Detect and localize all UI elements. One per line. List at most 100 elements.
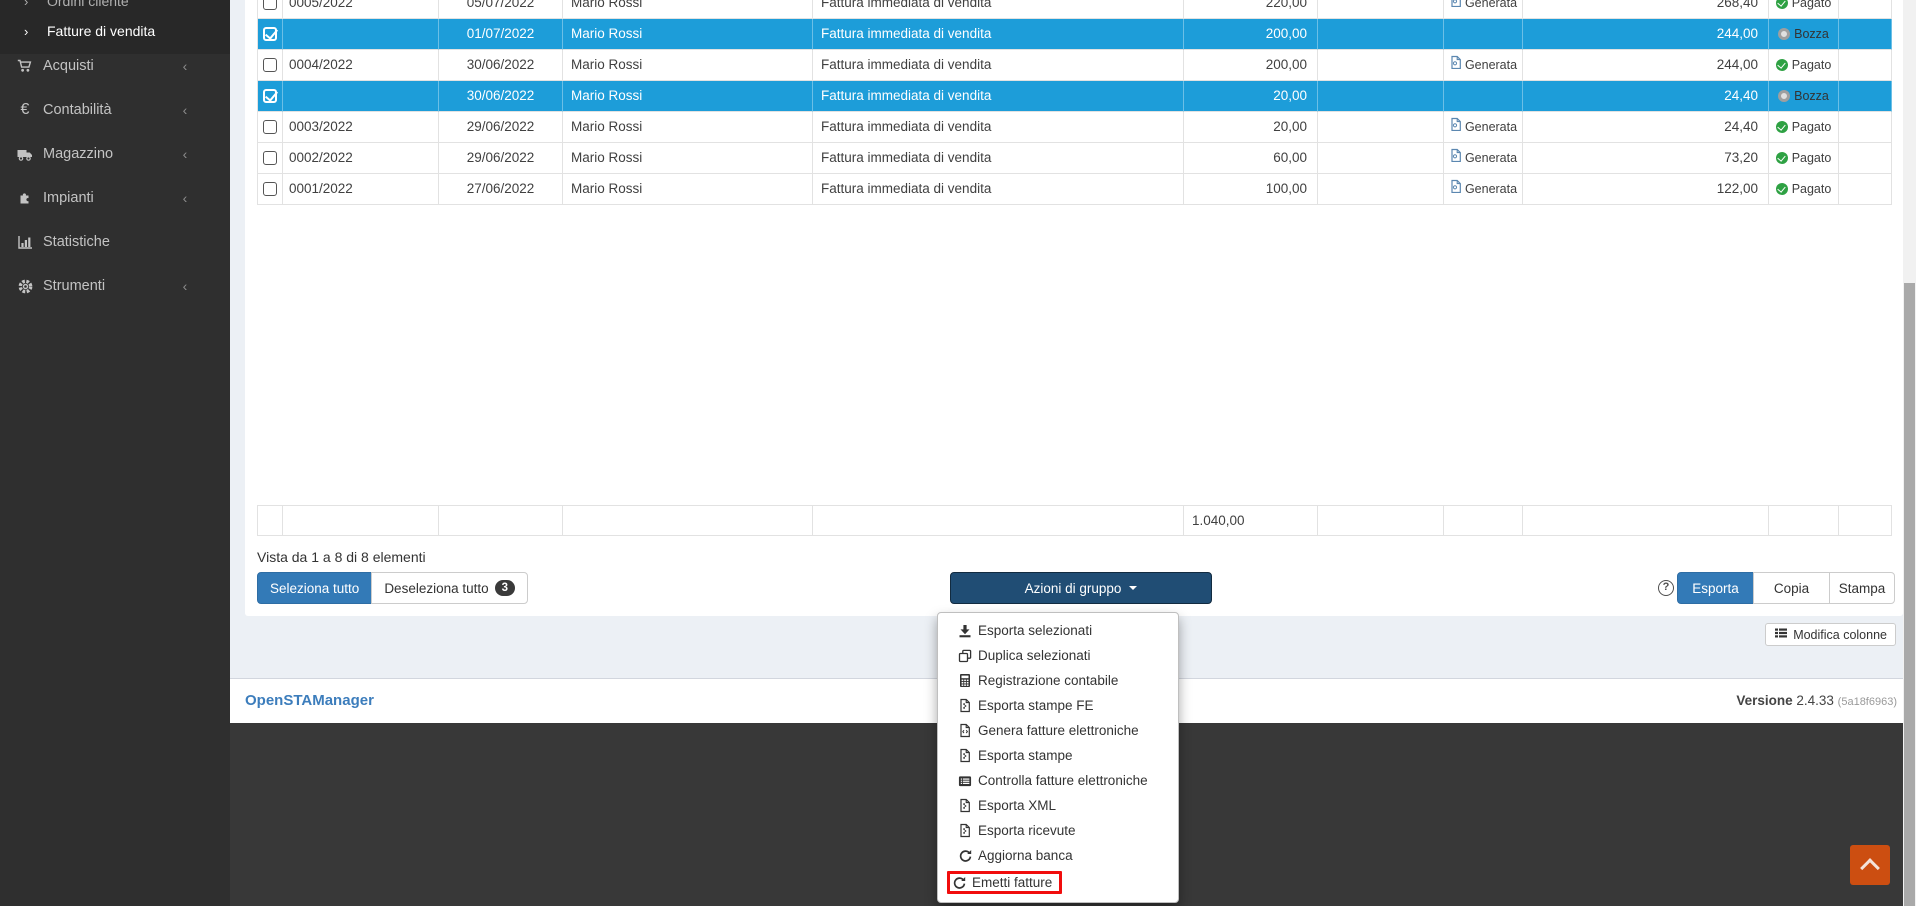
- table-row[interactable]: 01/07/2022 Mario Rossi Fattura immediata d…: [258, 19, 1892, 50]
- status-badge: Pagato: [1791, 182, 1832, 196]
- angle-left-icon: ‹: [182, 190, 188, 206]
- scroll-to-top-button[interactable]: [1850, 845, 1890, 885]
- cell-fe-status: Generata: [1444, 112, 1523, 143]
- sidebar-item-label: Acquisti: [43, 58, 94, 74]
- select-all-button[interactable]: Seleziona tutto: [257, 572, 373, 604]
- menu-item-duplica-selezionati[interactable]: Duplica selezionati: [938, 643, 1178, 668]
- deselect-all-button[interactable]: Deseleziona tutto 3: [371, 572, 529, 604]
- table-row[interactable]: 30/06/2022 Mario Rossi Fattura immediata d…: [258, 81, 1892, 112]
- sidebar-item-magazzino[interactable]: Magazzino ‹: [0, 132, 230, 176]
- invoices-table: 0005/2022 05/07/2022 Mario Rossi Fattura im…: [257, 0, 1892, 205]
- cell-net-amount: 20,00: [1184, 112, 1318, 143]
- menu-item-label: Esporta stampe FE: [978, 698, 1094, 713]
- vertical-scrollbar[interactable]: [1903, 0, 1916, 906]
- table-totals-row: 1.040,00: [257, 505, 1892, 536]
- cell-empty: [1318, 81, 1444, 112]
- gear-icon: [15, 279, 35, 294]
- sidebar-item-statistiche[interactable]: Statistiche: [0, 220, 230, 264]
- puzzle-icon: [15, 191, 35, 205]
- menu-item-controlla-fatture-elettroniche[interactable]: Controlla fatture elettroniche: [938, 768, 1178, 793]
- help-icon[interactable]: ?: [1658, 580, 1674, 596]
- cell-doc-type: Fattura immediata di vendita: [813, 112, 1184, 143]
- cell-empty: [1318, 174, 1444, 205]
- menu-item-genera-fatture-elettroniche[interactable]: Genera fatture elettroniche: [938, 718, 1178, 743]
- row-checkbox[interactable]: [263, 120, 277, 134]
- menu-item-esporta-stampe[interactable]: Esporta stampe: [938, 743, 1178, 768]
- cell-net-amount: 220,00: [1184, 0, 1318, 19]
- cell-fe-status: Generata: [1444, 50, 1523, 81]
- copy-button[interactable]: Copia: [1753, 572, 1830, 604]
- row-checkbox-checked[interactable]: [263, 27, 277, 41]
- cell-number: 0002/2022: [283, 143, 439, 174]
- file-archive-icon: [958, 823, 972, 838]
- table-row[interactable]: 0003/2022 29/06/2022 Mario Rossi Fattura im…: [258, 112, 1892, 143]
- export-button-group: Esporta Copia Stampa: [1677, 572, 1895, 604]
- group-actions-dropdown: Esporta selezionati Duplica selezionati Re…: [937, 612, 1179, 903]
- export-button[interactable]: Esporta: [1677, 572, 1754, 604]
- sidebar-subitem-ordini-cliente[interactable]: › Ordini cliente: [0, 0, 230, 16]
- menu-item-label: Registrazione contabile: [978, 673, 1119, 688]
- table-row[interactable]: 0004/2022 30/06/2022 Mario Rossi Fattura im…: [258, 50, 1892, 81]
- cell-customer: Mario Rossi: [563, 143, 813, 174]
- cell-fe-status: [1444, 81, 1523, 112]
- row-checkbox[interactable]: [263, 0, 277, 10]
- group-actions-button[interactable]: Azioni di gruppo: [950, 572, 1212, 604]
- row-checkbox[interactable]: [263, 182, 277, 196]
- cell-status: Pagato: [1769, 0, 1839, 19]
- cell-number: [283, 19, 439, 50]
- version-number: 2.4.33: [1796, 693, 1834, 708]
- row-checkbox-checked[interactable]: [263, 89, 277, 103]
- version-info: Versione 2.4.33 (5a18f6963): [1736, 693, 1897, 708]
- menu-item-esporta-stampe-fe[interactable]: Esporta stampe FE: [938, 693, 1178, 718]
- cell-doc-type: Fattura immediata di vendita: [813, 0, 1184, 19]
- cell-fe-status: Generata: [1444, 174, 1523, 205]
- fe-generated-label: Generata: [1464, 151, 1518, 165]
- sidebar-nav: Acquisti ‹ € Contabilità ‹ Magazzino ‹ Impianti…: [0, 44, 230, 308]
- print-button[interactable]: Stampa: [1829, 572, 1895, 604]
- cell-empty: [1839, 0, 1892, 19]
- edit-columns-button[interactable]: Modifica colonne: [1765, 623, 1896, 646]
- generated-file-icon: [1449, 112, 1461, 142]
- cell-number: 0005/2022: [283, 0, 439, 19]
- menu-item-esporta-xml[interactable]: Esporta XML: [938, 793, 1178, 818]
- sidebar-item-label: Magazzino: [43, 146, 114, 162]
- status-badge: Bozza: [1794, 89, 1829, 103]
- scrollbar-thumb[interactable]: [1904, 283, 1915, 906]
- menu-item-emetti-fatture[interactable]: Emetti fatture: [938, 868, 1178, 897]
- menu-item-aggiorna-banca[interactable]: Aggiorna banca: [938, 843, 1178, 868]
- status-draft-icon: [1778, 28, 1791, 40]
- status-paid-icon: [1775, 183, 1788, 195]
- cell-net-amount: 20,00: [1184, 81, 1318, 112]
- cell-number: 0003/2022: [283, 112, 439, 143]
- truck-icon: [15, 148, 35, 161]
- menu-item-esporta-selezionati[interactable]: Esporta selezionati: [938, 618, 1178, 643]
- group-actions-label: Azioni di gruppo: [1024, 580, 1122, 596]
- generated-file-icon: [1449, 50, 1461, 80]
- sidebar-item-strumenti[interactable]: Strumenti ‹: [0, 264, 230, 308]
- sidebar-item-impianti[interactable]: Impianti ‹: [0, 176, 230, 220]
- sidebar: › Ordini cliente › Fatture di vendita Acqui…: [0, 0, 230, 906]
- cell-date: 29/06/2022: [439, 143, 563, 174]
- sidebar-item-acquisti[interactable]: Acquisti ‹: [0, 44, 230, 88]
- status-badge: Bozza: [1794, 27, 1829, 41]
- cell-date: 05/07/2022: [439, 0, 563, 19]
- brand-link[interactable]: OpenSTAManager: [245, 692, 374, 709]
- table-row[interactable]: 0005/2022 05/07/2022 Mario Rossi Fattura im…: [258, 0, 1892, 19]
- menu-item-registrazione-contabile[interactable]: Registrazione contabile: [938, 668, 1178, 693]
- cart-icon: [15, 59, 35, 73]
- caret-down-icon: [1129, 586, 1138, 590]
- sidebar-item-label: Strumenti: [43, 278, 106, 294]
- menu-item-label: Aggiorna banca: [978, 848, 1073, 863]
- table-row[interactable]: 0001/2022 27/06/2022 Mario Rossi Fattura im…: [258, 174, 1892, 205]
- cell-status: Bozza: [1769, 19, 1839, 50]
- clone-icon: [958, 649, 972, 663]
- sidebar-item-contabilit[interactable]: € Contabilità ‹: [0, 88, 230, 132]
- sidebar-subitem-fatture-di-vendita[interactable]: › Fatture di vendita: [0, 16, 230, 46]
- menu-item-esporta-ricevute[interactable]: Esporta ricevute: [938, 818, 1178, 843]
- row-checkbox[interactable]: [263, 151, 277, 165]
- generated-file-icon: [1449, 143, 1461, 173]
- menu-item-label: Duplica selezionati: [978, 648, 1091, 663]
- row-checkbox[interactable]: [263, 58, 277, 72]
- cell-date: 27/06/2022: [439, 174, 563, 205]
- table-row[interactable]: 0002/2022 29/06/2022 Mario Rossi Fattura im…: [258, 143, 1892, 174]
